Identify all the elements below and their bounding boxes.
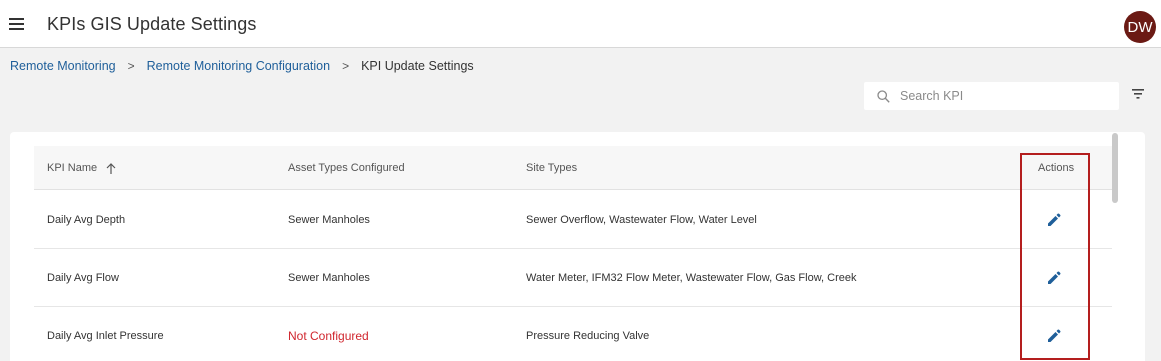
site-types-cell: Water Meter, IFM32 Flow Meter, Wastewate… — [526, 272, 857, 284]
breadcrumb-remote-monitoring-configuration[interactable]: Remote Monitoring Configuration — [147, 59, 330, 73]
breadcrumb: Remote Monitoring > Remote Monitoring Co… — [10, 58, 474, 74]
column-header-actions: Actions — [1038, 162, 1075, 174]
site-types-cell: Pressure Reducing Valve — [526, 330, 650, 342]
search-icon — [877, 90, 890, 103]
page-title: KPIs GIS Update Settings — [47, 14, 257, 34]
column-header-asset-types[interactable]: Asset Types Configured — [288, 146, 405, 190]
asset-types-not-configured: Not Configured — [288, 329, 369, 343]
kpi-table-card: KPI Name Asset Types Configured Site Typ… — [10, 132, 1145, 361]
breadcrumb-current: KPI Update Settings — [361, 59, 474, 73]
breadcrumb-remote-monitoring[interactable]: Remote Monitoring — [10, 59, 116, 73]
breadcrumb-separator: > — [127, 59, 135, 73]
sort-ascending-icon[interactable] — [106, 162, 116, 174]
kpi-name-cell: Daily Avg Depth — [47, 214, 126, 226]
filter-icon[interactable] — [1132, 89, 1144, 99]
edit-icon[interactable] — [1046, 328, 1062, 344]
menu-icon[interactable] — [9, 18, 24, 30]
site-types-cell: Sewer Overflow, Wastewater Flow, Water L… — [526, 214, 757, 226]
search-box — [864, 82, 1119, 110]
table-scrollbar[interactable] — [1112, 133, 1118, 203]
column-header-kpi-name[interactable]: KPI Name — [47, 146, 116, 190]
table-row: Daily Avg Depth Sewer Manholes Sewer Ove… — [34, 191, 1112, 249]
column-header-kpi-name-label: KPI Name — [47, 162, 98, 174]
top-bar: KPIs GIS Update Settings DW — [0, 0, 1161, 48]
kpi-name-cell: Daily Avg Flow — [47, 272, 119, 284]
column-header-site-types[interactable]: Site Types — [526, 146, 577, 190]
asset-types-cell: Sewer Manholes — [288, 214, 370, 226]
avatar[interactable]: DW — [1124, 11, 1156, 43]
edit-icon[interactable] — [1046, 212, 1062, 228]
table-row: Daily Avg Flow Sewer Manholes Water Mete… — [34, 249, 1112, 307]
search-input[interactable] — [900, 86, 1110, 106]
table-header: KPI Name Asset Types Configured Site Typ… — [34, 146, 1112, 190]
asset-types-cell: Sewer Manholes — [288, 272, 370, 284]
table-row: Daily Avg Inlet Pressure Not Configured … — [34, 307, 1112, 361]
breadcrumb-separator: > — [342, 59, 350, 73]
edit-icon[interactable] — [1046, 270, 1062, 286]
kpi-name-cell: Daily Avg Inlet Pressure — [47, 330, 164, 342]
